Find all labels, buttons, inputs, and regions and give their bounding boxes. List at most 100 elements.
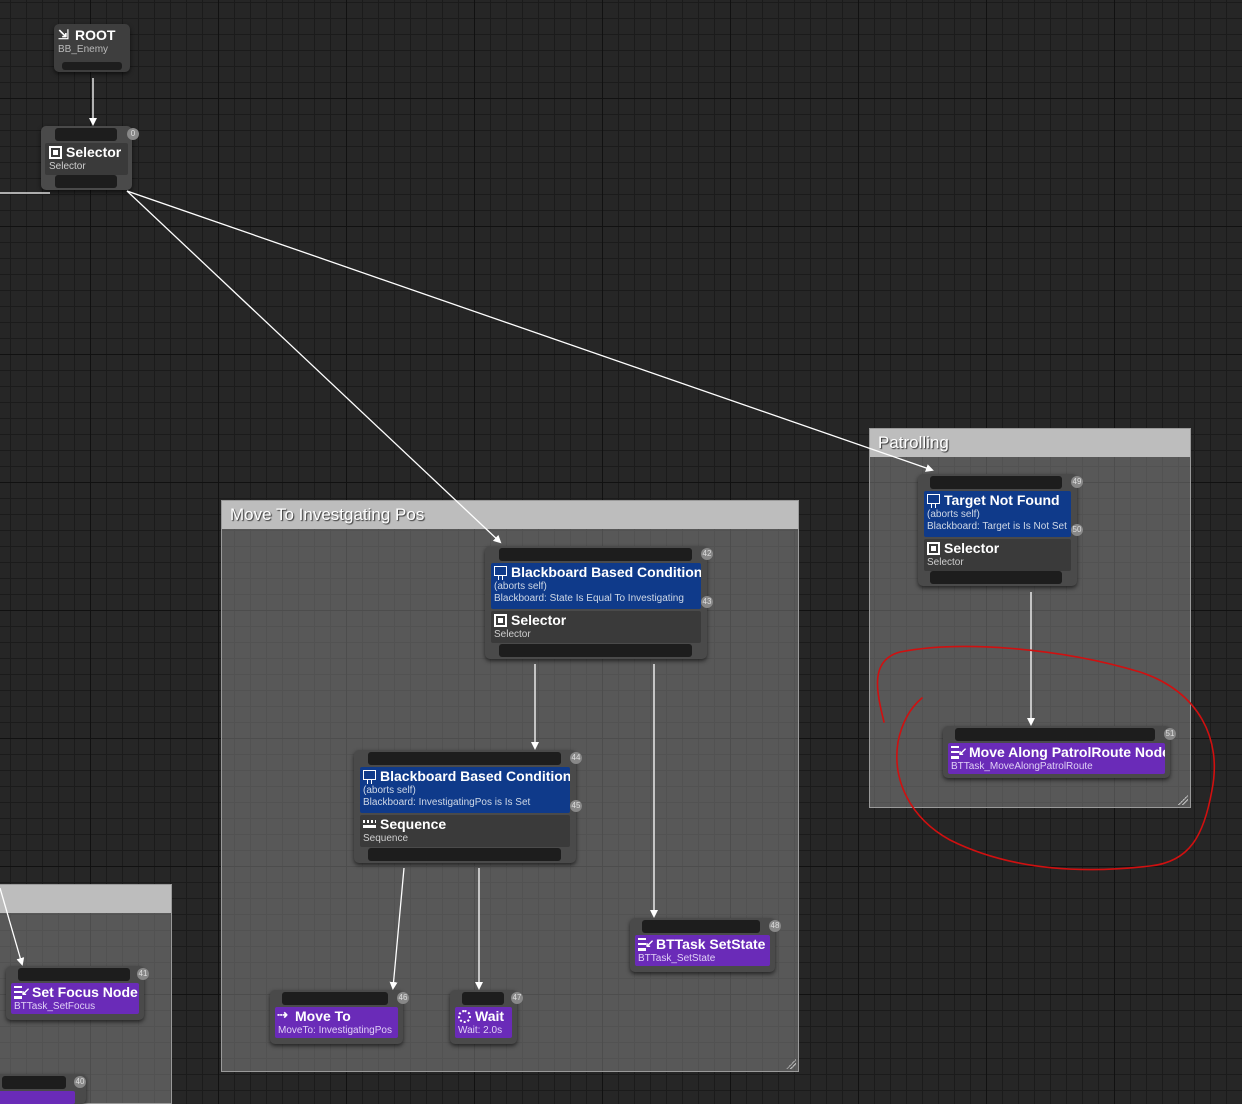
input-pin[interactable] xyxy=(499,548,692,561)
task-subtitle: MoveTo: InvestigatingPos xyxy=(278,1025,392,1036)
task-title: Wait xyxy=(475,1008,505,1024)
wait-icon xyxy=(458,1009,471,1023)
input-pin[interactable] xyxy=(462,992,504,1005)
decorator-title: Blackboard Based Condition xyxy=(380,768,570,784)
root-node[interactable]: ROOT BB_Enemy xyxy=(54,24,130,72)
task-icon xyxy=(14,983,30,1001)
decorator-description: Blackboard: InvestigatingPos is Is Set xyxy=(363,797,531,808)
execution-index-badge: 46 xyxy=(397,992,409,1004)
task-icon xyxy=(951,743,967,761)
selector-subtitle: Selector xyxy=(927,557,964,568)
output-pin[interactable] xyxy=(368,848,561,861)
task-icon xyxy=(638,935,654,953)
bb-condition-investigating-node[interactable]: 42 Blackboard Based Condition (aborts se… xyxy=(485,546,713,659)
sequence-icon xyxy=(363,818,376,831)
comment-title[interactable]: Patrolling xyxy=(870,429,1190,457)
execution-index-badge: 47 xyxy=(511,992,523,1004)
task-section[interactable]: Set Focus Node BTTask_SetFocus xyxy=(11,983,139,1014)
move-along-patrol-route-node[interactable]: 51 Move Along PatrolRoute Node BTTask_Mo… xyxy=(943,726,1176,778)
task-section xyxy=(0,1091,75,1104)
target-not-found-node[interactable]: 49 Target Not Found (aborts self) Blackb… xyxy=(918,474,1083,586)
wait-task-node[interactable]: 47 Wait Wait: 2.0s xyxy=(450,990,523,1044)
move-to-task-node[interactable]: 46 Move To MoveTo: InvestigatingPos xyxy=(270,990,409,1044)
decorator-description: Blackboard: Target is Is Not Set xyxy=(927,521,1067,532)
comment-title[interactable]: Move To Investgating Pos xyxy=(222,501,798,529)
decorator-icon xyxy=(363,769,376,784)
execution-index-badge: 49 xyxy=(1071,476,1083,488)
input-pin[interactable] xyxy=(2,1076,66,1089)
selector-title: Selector xyxy=(511,612,567,628)
execution-index-badge: 51 xyxy=(1164,728,1176,740)
task-title: Move To xyxy=(295,1008,351,1024)
decorator-description: Blackboard: State Is Equal To Investigat… xyxy=(494,593,684,604)
decorator-icon xyxy=(927,493,940,508)
input-pin[interactable] xyxy=(642,920,760,933)
input-pin[interactable] xyxy=(282,992,388,1005)
decorator-title: Blackboard Based Condition xyxy=(511,564,701,580)
resize-handle[interactable] xyxy=(1178,795,1188,805)
decorator-icon xyxy=(494,565,507,580)
sequence-subtitle: Sequence xyxy=(363,833,409,844)
selector-subtitle: Selector xyxy=(49,161,86,172)
execution-index-badge: 48 xyxy=(769,920,781,932)
task-section[interactable]: Wait Wait: 2.0s xyxy=(455,1007,512,1038)
selector-subtitle: Selector xyxy=(494,629,531,640)
execution-index-badge: 40 xyxy=(74,1076,86,1088)
execution-index-badge: 0 xyxy=(127,128,139,140)
resize-handle[interactable] xyxy=(786,1059,796,1069)
composite-selector[interactable]: Selector Selector xyxy=(491,611,701,643)
task-subtitle: BTTask_SetState xyxy=(638,953,716,964)
wire-selector-targetnotfound xyxy=(126,190,934,472)
task-section[interactable]: Move To MoveTo: InvestigatingPos xyxy=(275,1007,398,1038)
output-pin[interactable] xyxy=(499,644,692,657)
composite-selector[interactable]: Selector Selector xyxy=(924,539,1071,571)
composite-sequence[interactable]: Sequence Sequence xyxy=(360,815,570,847)
task-title: Move Along PatrolRoute Node xyxy=(969,744,1165,760)
input-pin[interactable] xyxy=(930,476,1062,489)
decorator-blackboard-condition[interactable]: Blackboard Based Condition (aborts self)… xyxy=(360,767,570,813)
input-pin[interactable] xyxy=(18,968,130,981)
set-state-task-node[interactable]: 48 BTTask SetState BTTask_SetState xyxy=(630,918,781,972)
partial-task-node[interactable]: 40 xyxy=(0,1074,86,1104)
execution-index-badge: 44 xyxy=(570,752,582,764)
decorator-title: Target Not Found xyxy=(944,492,1060,508)
root-title: ROOT xyxy=(75,27,116,43)
root-subtitle: BB_Enemy xyxy=(58,44,109,55)
task-section[interactable]: Move Along PatrolRoute Node BTTask_MoveA… xyxy=(948,743,1165,774)
decorator-blackboard-condition[interactable]: Target Not Found (aborts self) Blackboar… xyxy=(924,491,1071,537)
decorator-aborts: (aborts self) xyxy=(363,785,416,796)
decorator-aborts: (aborts self) xyxy=(494,581,547,592)
decorator-index-badge: 45 xyxy=(570,800,582,812)
decorator-blackboard-condition[interactable]: Blackboard Based Condition (aborts self)… xyxy=(491,563,701,609)
task-title: BTTask SetState xyxy=(656,936,766,952)
decorator-aborts: (aborts self) xyxy=(927,509,980,520)
selector-icon xyxy=(49,145,62,159)
selector-title: Selector xyxy=(66,144,122,160)
decorator-index-badge: 43 xyxy=(701,596,713,608)
input-pin[interactable] xyxy=(368,752,561,765)
task-title: Set Focus Node xyxy=(32,984,138,1000)
selector-icon xyxy=(927,541,940,555)
task-subtitle: BTTask_MoveAlongPatrolRoute xyxy=(951,761,1093,772)
sequence-title: Sequence xyxy=(380,816,447,832)
input-pin[interactable] xyxy=(55,128,117,141)
set-focus-task-node[interactable]: 41 Set Focus Node BTTask_SetFocus xyxy=(6,966,149,1020)
decorator-index-badge: 50 xyxy=(1071,524,1083,536)
bb-condition-pos-node[interactable]: 44 Blackboard Based Condition (aborts se… xyxy=(354,750,582,863)
root-icon xyxy=(58,26,71,44)
selector-node[interactable]: 0 Selector Selector xyxy=(41,126,139,190)
task-section[interactable]: BTTask SetState BTTask_SetState xyxy=(635,935,770,966)
move-to-icon xyxy=(277,1007,291,1024)
task-subtitle: Wait: 2.0s xyxy=(458,1025,503,1036)
wire-selector-bbcond xyxy=(126,190,502,544)
execution-index-badge: 41 xyxy=(137,968,149,980)
task-subtitle: BTTask_SetFocus xyxy=(14,1001,96,1012)
execution-index-badge: 42 xyxy=(701,548,713,560)
selector-icon xyxy=(494,613,507,627)
input-pin[interactable] xyxy=(955,728,1155,741)
comment-title[interactable] xyxy=(0,885,171,913)
output-pin[interactable] xyxy=(930,571,1062,584)
selector-title: Selector xyxy=(944,540,1000,556)
output-pin[interactable] xyxy=(62,62,122,70)
output-pin[interactable] xyxy=(55,175,117,188)
